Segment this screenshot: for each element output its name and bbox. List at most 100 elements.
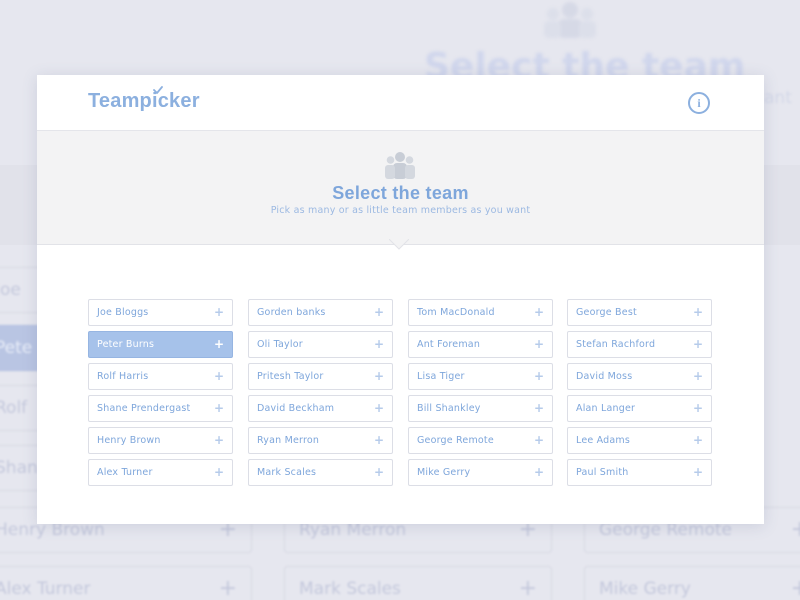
add-icon: + (213, 337, 224, 351)
team-member-name: Gorden banks (257, 307, 326, 318)
team-member-name: Mark Scales (257, 467, 317, 478)
add-icon: + (533, 305, 544, 319)
team-member-button[interactable]: Henry Brown + (88, 427, 233, 454)
add-icon: + (373, 337, 384, 351)
team-people-icon (385, 152, 415, 179)
team-member-name: Ryan Merron (257, 435, 320, 446)
team-member-button[interactable]: Shane Prendergast + (88, 395, 233, 422)
team-member-button[interactable]: Alex Turner + (88, 459, 233, 486)
background-cell: Alex Turner + (0, 566, 252, 600)
team-member-name: Ant Foreman (417, 339, 481, 350)
team-member-button[interactable]: Mike Gerry + (408, 459, 553, 486)
team-member-button[interactable]: Rolf Harris + (88, 363, 233, 390)
team-member-button[interactable]: George Best + (567, 299, 712, 326)
team-member-button[interactable]: Bill Shankley + (408, 395, 553, 422)
app-logo: Teampicker (88, 90, 200, 112)
team-member-button[interactable]: David Moss + (567, 363, 712, 390)
team-member-name: Tom MacDonald (417, 307, 495, 318)
add-icon: + (692, 337, 703, 351)
background-add-icon: + (790, 576, 800, 600)
team-member-name: Oli Taylor (257, 339, 303, 350)
team-picker-modal: Teampicker i Select the team Pick as man… (37, 75, 764, 524)
add-icon: + (213, 369, 224, 383)
background-cell-label: Shan (0, 458, 38, 478)
team-member-name: Pritesh Taylor (257, 371, 324, 382)
page-subtitle: Pick as many or as little team members a… (270, 205, 531, 216)
add-icon: + (533, 433, 544, 447)
team-member-name: Mike Gerry (417, 467, 471, 478)
team-member-name: George Remote (417, 435, 494, 446)
background-add-icon: + (790, 517, 800, 542)
background-cell-label: Alex Turner (0, 579, 91, 599)
hero-section: Select the team Pick as many or as littl… (37, 131, 764, 245)
team-member-name: Rolf Harris (97, 371, 149, 382)
team-member-button[interactable]: George Remote + (408, 427, 553, 454)
add-icon: + (373, 401, 384, 415)
team-member-name: David Beckham (257, 403, 335, 414)
add-icon: + (373, 369, 384, 383)
add-icon: + (213, 433, 224, 447)
team-member-name: David Moss (576, 371, 633, 382)
background-add-icon: + (518, 576, 537, 600)
background-cell-label: Rolf (0, 398, 28, 418)
team-member-grid: Joe Bloggs + Peter Burns + Rolf Harris + Shane… (88, 299, 713, 487)
team-member-button[interactable]: Alan Langer + (567, 395, 712, 422)
add-icon: + (533, 465, 544, 479)
team-member-button[interactable]: David Beckham + (248, 395, 393, 422)
team-member-name: Lee Adams (576, 435, 631, 446)
background-cell-label: Mike Gerry (599, 579, 691, 599)
team-member-name: Bill Shankley (417, 403, 481, 414)
add-icon: + (692, 401, 703, 415)
hero-pointer-arrow (389, 239, 409, 250)
page-title: Select the team (332, 183, 469, 203)
team-member-button[interactable]: Paul Smith + (567, 459, 712, 486)
add-icon: + (692, 305, 703, 319)
team-member-button[interactable]: Ant Foreman + (408, 331, 553, 358)
background-cell-label: Pete (0, 338, 33, 358)
add-icon: + (373, 465, 384, 479)
team-member-name: George Best (576, 307, 637, 318)
team-member-name: Paul Smith (576, 467, 629, 478)
info-button[interactable]: i (688, 92, 710, 114)
background-cell-label: Mark Scales (299, 579, 401, 599)
team-member-button[interactable]: Gorden banks + (248, 299, 393, 326)
team-member-name: Peter Burns (97, 339, 155, 350)
background-subtitle: ant (764, 88, 792, 108)
add-icon: + (213, 401, 224, 415)
team-member-button[interactable]: Mark Scales + (248, 459, 393, 486)
add-icon: + (533, 337, 544, 351)
info-icon: i (697, 96, 701, 110)
team-member-name: Stefan Rachford (576, 339, 656, 350)
add-icon: + (533, 401, 544, 415)
background-people-icon (544, 2, 596, 38)
modal-header: Teampicker i (37, 75, 764, 131)
team-member-button[interactable]: Stefan Rachford + (567, 331, 712, 358)
team-member-name: Joe Bloggs (97, 307, 149, 318)
team-member-button[interactable]: Pritesh Taylor + (248, 363, 393, 390)
team-member-name: Alex Turner (97, 467, 153, 478)
add-icon: + (692, 465, 703, 479)
team-member-name: Lisa Tiger (417, 371, 465, 382)
team-member-button[interactable]: Lisa Tiger + (408, 363, 553, 390)
background-cell-label: Joe (0, 280, 21, 300)
add-icon: + (213, 305, 224, 319)
add-icon: + (213, 465, 224, 479)
add-icon: + (373, 305, 384, 319)
team-member-button[interactable]: Ryan Merron + (248, 427, 393, 454)
background-cell: Mike Gerry + (584, 566, 800, 600)
add-icon: + (692, 433, 703, 447)
team-member-button[interactable]: Joe Bloggs + (88, 299, 233, 326)
team-member-name: Shane Prendergast (97, 403, 191, 414)
team-member-button[interactable]: Lee Adams + (567, 427, 712, 454)
background-add-icon: + (218, 576, 237, 600)
team-member-name: Alan Langer (576, 403, 636, 414)
background-cell: Mark Scales + (284, 566, 552, 600)
team-member-button[interactable]: Oli Taylor + (248, 331, 393, 358)
logo-check-icon (153, 86, 163, 94)
add-icon: + (692, 369, 703, 383)
add-icon: + (533, 369, 544, 383)
team-member-name: Henry Brown (97, 435, 161, 446)
team-member-button[interactable]: Tom MacDonald + (408, 299, 553, 326)
add-icon: + (373, 433, 384, 447)
team-member-button[interactable]: Peter Burns + (88, 331, 233, 358)
